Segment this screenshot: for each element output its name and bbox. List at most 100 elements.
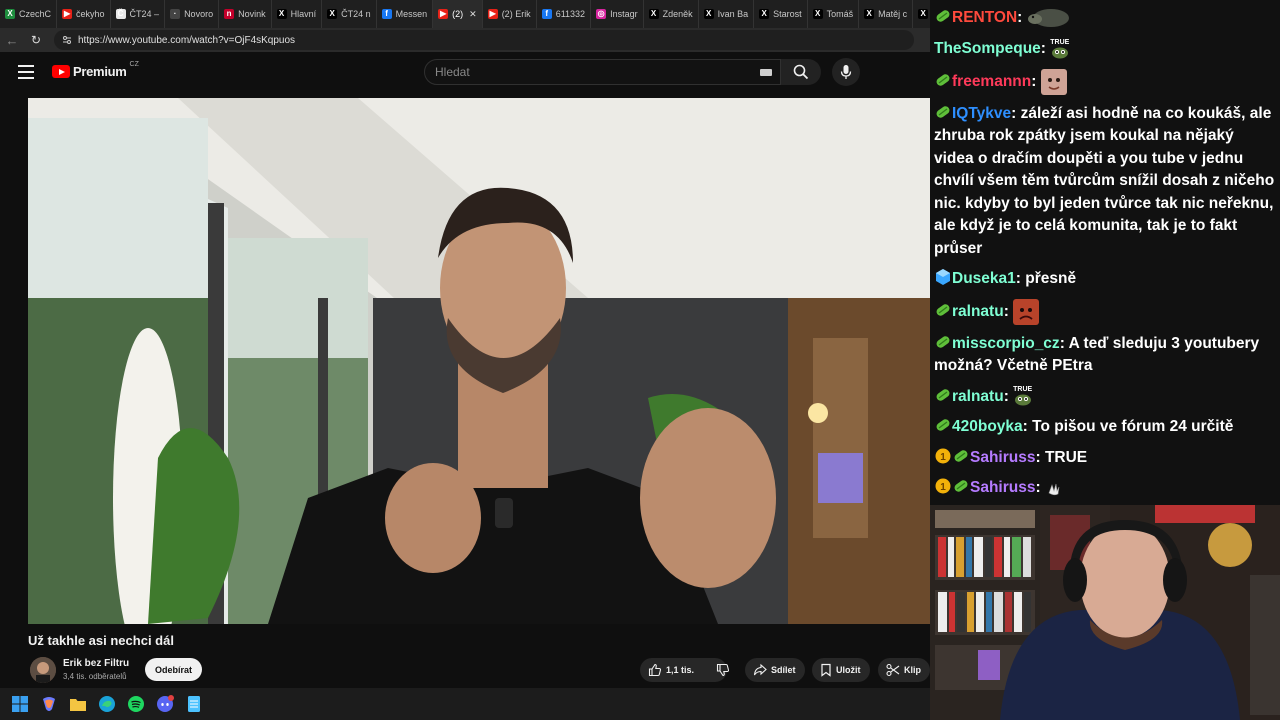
chat-username[interactable]: Sahiruss [970,449,1035,466]
chat-username[interactable]: Sahiruss [970,479,1035,496]
spotify-icon[interactable] [126,694,146,714]
tab-label: CzechC [19,9,52,19]
search-button[interactable] [781,59,821,85]
logo-text: Premium [73,64,127,79]
chat-username[interactable]: misscorpio_cz [952,335,1060,352]
channel-avatar[interactable] [30,657,56,683]
browser-tab[interactable]: X Ivan Ba [699,0,755,28]
tab-favicon-icon: X [759,9,770,19]
browser-tab[interactable]: X Matěj c [859,0,914,28]
chat-username[interactable]: RENTON [952,9,1017,26]
subscriber-badge-icon [936,10,950,22]
subscriber-count: 3,4 tis. odběratelů [63,672,127,681]
chat-separator: : [1040,40,1051,57]
tab-label: Hlavní [290,9,317,19]
youtube-play-icon [52,65,70,78]
chat-text: To pišou ve fórum 24 určitě [1032,418,1234,435]
chat-message: TheSompeque: TRUE [934,38,1276,61]
browser-tab[interactable]: X Zdeněk [644,0,699,28]
tab-favicon-icon: ▶ [438,9,449,19]
video-player[interactable] [28,98,930,624]
file-explorer-icon[interactable] [68,694,88,714]
chat-separator: : [1003,302,1014,320]
tab-label: (2) Erik [501,9,531,19]
tab-favicon-icon: X [812,9,823,19]
chat-message: ralnatu: [934,298,1276,325]
copilot-icon[interactable] [39,694,59,714]
browser-tab[interactable]: X CzechC [0,0,58,28]
chat-username[interactable]: freemannn [952,73,1031,90]
site-settings-icon[interactable] [62,35,72,45]
chat-text: TRUE [1044,448,1088,466]
tab-favicon-icon: f [541,9,552,19]
browser-tab[interactable]: XPetr Pa [913,0,930,28]
browser-tab[interactable]: n Novink [219,0,272,28]
chat-message: RENTON: [934,6,1276,30]
thumbs-down-icon [716,663,730,677]
share-icon [753,663,767,676]
chat-username[interactable]: TheSompeque [934,40,1041,57]
browser-tab[interactable]: · Novoro [165,0,220,28]
keyboard-icon[interactable] [760,69,772,76]
menu-icon[interactable] [18,65,34,79]
back-icon[interactable]: ← [0,28,24,52]
tab-close-icon[interactable]: ✕ [469,9,477,20]
chat-username[interactable]: 420boyka [952,418,1023,435]
browser-tab[interactable]: X Starost [754,0,808,28]
dislike-button[interactable] [709,658,737,682]
chat-separator: : [1022,418,1033,435]
browser-tab[interactable]: f Messen [377,0,434,28]
url-field[interactable]: https://www.youtube.com/watch?v=OjF4sKqp… [54,30,914,50]
youtube-logo[interactable]: Premium CZ [52,61,139,79]
tab-favicon-icon: f [381,9,392,19]
face-emote-icon [1040,68,1067,95]
tab-favicon-icon: X [703,9,714,19]
screen: X CzechC ▶ čekyho Č ČT24 – · Novoro n Novink X Hlav… [0,0,1280,720]
windows-start-icon[interactable] [10,694,30,714]
tab-favicon-icon: n [224,9,235,19]
browser-tab[interactable]: X Hlavní [272,0,323,28]
chat-panel: RENTON: TheSompeque: TRUE freemannn: IQTy… [930,0,1280,505]
browser-tab[interactable]: ▶ (2) ✕ [433,0,483,28]
hand-emote-icon [1048,483,1060,496]
chat-separator: : [1015,270,1026,287]
search-icon [793,64,809,80]
true-emote-icon: TRUE [1050,39,1069,59]
reload-icon[interactable]: ↻ [24,28,48,52]
browser-tab[interactable]: ▶ (2) Erik [483,0,537,28]
subscriber-badge-icon [936,303,950,316]
share-button[interactable]: Sdílet [745,658,805,682]
true-emote-label: TRUE [1013,386,1033,394]
subscribe-button[interactable]: Odebírat [145,658,202,681]
tab-favicon-icon: ▶ [487,9,498,19]
browser-tab[interactable]: ◎ Instagr [591,0,644,28]
tab-favicon-icon: X [327,9,338,19]
browser-tab[interactable]: Č ČT24 – [111,0,166,28]
tab-favicon-icon: ◎ [596,9,607,19]
clip-button[interactable]: Klip [878,658,930,682]
discord-icon[interactable] [155,694,175,714]
tab-favicon-icon: · [170,9,181,19]
chat-username[interactable]: ralnatu [952,303,1004,320]
browser-tab[interactable]: X ČT24 n [322,0,377,28]
chat-separator: : [1003,387,1014,405]
chat-separator: : [1017,9,1027,27]
chat-username[interactable]: ralnatu [952,388,1004,405]
edge-browser-icon[interactable] [97,694,117,714]
voice-search-button[interactable] [832,58,860,86]
search-input[interactable]: Hledat [424,59,781,85]
chat-username[interactable]: Duseka1 [952,270,1016,287]
true-emote-label: TRUE [1050,38,1070,46]
taskbar [0,688,930,720]
tab-favicon-icon: X [5,9,15,19]
browser-tab[interactable]: X Tomáš [808,0,860,28]
channel-name[interactable]: Erik bez Filtru [63,658,129,669]
chat-username[interactable]: IQTykve [952,105,1011,122]
address-bar: ← ↻ https://www.youtube.com/watch?v=OjF4… [0,28,930,52]
browser-tab[interactable]: ▶ čekyho [57,0,111,28]
browser-tab[interactable]: f 611332 [537,0,592,28]
notepad-icon[interactable] [184,694,204,714]
microphone-icon [840,65,852,79]
save-button[interactable]: Uložit [812,658,870,682]
chat-separator: : [1031,72,1041,90]
